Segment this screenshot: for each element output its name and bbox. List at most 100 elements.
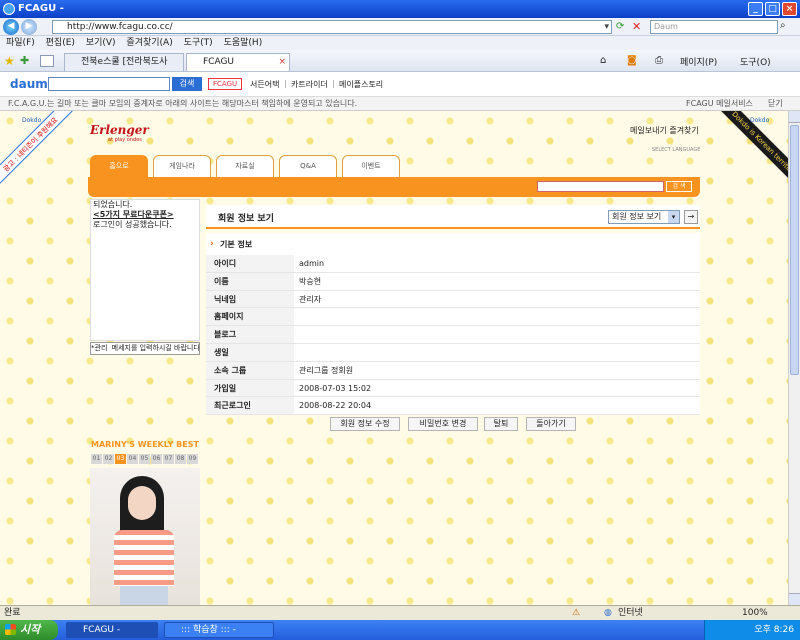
scroll-up-icon[interactable] xyxy=(789,111,800,123)
tools-menu[interactable]: 도구(O) xyxy=(740,55,771,68)
chat-input[interactable]: 메세지를 입력하시길 바랍니다. xyxy=(112,344,199,352)
minimize-button[interactable]: _ xyxy=(748,2,763,16)
site-logo[interactable]: Erlenger xyxy=(90,123,149,137)
menu-view[interactable]: 보기(V) xyxy=(86,38,116,48)
right-ribbon[interactable]: Dokdo is Korean territory Dokdo xyxy=(698,111,788,191)
top-links[interactable]: 메일보내기 즐겨찾기 xyxy=(630,125,699,136)
maximize-button[interactable]: □ xyxy=(765,2,780,16)
table-row: 소속 그룹 관리그룹 정회원 xyxy=(206,361,700,380)
dropdown-arrow-icon[interactable]: ▾ xyxy=(604,21,609,33)
info-close-button[interactable]: 닫기 xyxy=(768,97,783,111)
go-button[interactable]: → xyxy=(684,210,698,224)
taskbar-item-study[interactable]: ::: 학습창 ::: - xyxy=(164,622,274,638)
close-button[interactable]: × xyxy=(782,2,797,16)
taskbar-item-fcagu[interactable]: FCAGU - xyxy=(66,622,158,638)
withdraw-button[interactable]: 탈퇴 xyxy=(484,417,518,431)
menu-favorites[interactable]: 즐겨찾기(A) xyxy=(126,38,172,48)
add-favorite-icon[interactable]: ✚ xyxy=(20,54,29,67)
start-button[interactable]: 시작 xyxy=(0,620,58,640)
menu-help[interactable]: 도움말(H) xyxy=(224,38,263,48)
status-bar: 완료 ⚠ ◍ 인터넷 100% xyxy=(0,605,800,620)
start-label: 시작 xyxy=(20,623,41,636)
tab-jeonbuk[interactable]: 전북e스쿨 [전라북도사이... xyxy=(64,53,184,83)
nav-tab-home[interactable]: 홈으로 xyxy=(90,155,148,177)
favorites-star-icon[interactable]: ★ xyxy=(4,54,15,68)
scroll-thumb[interactable] xyxy=(790,125,799,375)
weekly-num-03[interactable]: 03 xyxy=(115,454,126,464)
chevron-down-icon[interactable]: ▾ xyxy=(668,211,679,223)
ie-logo-icon xyxy=(3,3,15,15)
forward-button[interactable]: ▶ xyxy=(21,19,37,35)
section-title: 기본 정보 xyxy=(220,240,253,249)
left-ribbon[interactable]: 광고 : 네티즌이 후원해요 Dokdo xyxy=(0,111,90,191)
tab-label: FCAGU xyxy=(203,57,235,67)
search-icon[interactable]: ⌕ xyxy=(780,20,786,31)
mail-service-link[interactable]: FCAGU 메일서비스 xyxy=(686,97,753,111)
fcagu-badge[interactable]: FCAGU xyxy=(208,78,243,90)
window-title: FCAGU - xyxy=(18,3,64,14)
daum-search-input[interactable] xyxy=(48,77,170,91)
back-button[interactable]: ◀ xyxy=(3,19,19,35)
tab-fcagu[interactable]: FCAGU × xyxy=(186,53,290,71)
page-menu[interactable]: 페이지(P) xyxy=(680,55,717,68)
home-icon[interactable]: ⌂ xyxy=(600,55,606,66)
nav-tab-events[interactable]: 이벤트 xyxy=(342,155,400,177)
link-kartrider[interactable]: 카트라이더 xyxy=(291,79,328,90)
url-input[interactable]: http://www.fcagu.co.cc/ ▾ xyxy=(52,20,612,34)
quick-tabs-icon[interactable] xyxy=(40,55,54,67)
edit-profile-button[interactable]: 회원 정보 수정 xyxy=(330,417,400,431)
chat-input-row[interactable]: *관리 메세지를 입력하시길 바랍니다. xyxy=(90,342,200,355)
menu-edit[interactable]: 편집(E) xyxy=(46,38,75,48)
chat-line: 로그인이 성공했습니다. xyxy=(93,220,172,229)
site-search-button[interactable]: 검 색 xyxy=(666,181,692,192)
weekly-num-05[interactable]: 05 xyxy=(139,454,150,464)
system-tray: 오후 8:26 xyxy=(704,620,800,640)
weekly-num-02[interactable]: 02 xyxy=(103,454,114,464)
daum-search-button[interactable]: 검색 xyxy=(172,77,202,91)
weekly-photo[interactable] xyxy=(90,468,200,605)
field-value: 2008-08-22 20:04 xyxy=(299,401,372,411)
nav-tab-qna[interactable]: Q&A xyxy=(279,155,337,177)
weekly-num-06[interactable]: 06 xyxy=(151,454,162,464)
page-content: 광고 : 네티즌이 후원해요 Dokdo Dokdo is Korean ter… xyxy=(0,111,788,605)
link-maplestory[interactable]: 메이플스토리 xyxy=(339,79,383,90)
tab-close-icon[interactable]: × xyxy=(278,54,286,70)
weekly-num-04[interactable]: 04 xyxy=(127,454,138,464)
weekly-num-09[interactable]: 09 xyxy=(187,454,198,464)
feeds-icon[interactable]: ◙ xyxy=(627,55,637,66)
print-icon[interactable]: ⎙ xyxy=(655,55,663,66)
nav-tab-files[interactable]: 자료실 xyxy=(216,155,274,177)
weekly-num-07[interactable]: 07 xyxy=(163,454,174,464)
search-input[interactable]: Daum xyxy=(650,20,778,34)
window-titlebar[interactable]: FCAGU - _ □ × xyxy=(0,0,800,18)
nav-bar: 검 색 xyxy=(88,177,700,197)
zone-text: 인터넷 xyxy=(618,608,643,618)
member-select[interactable]: 회원 정보 보기 ▾ xyxy=(608,210,680,224)
select-language[interactable]: SELECT LANGUAGE xyxy=(652,147,700,153)
vertical-scrollbar[interactable] xyxy=(788,111,800,605)
nav-tab-games[interactable]: 게임나라 xyxy=(153,155,211,177)
change-password-button[interactable]: 비밀번호 변경 xyxy=(408,417,478,431)
table-row: 블로그 xyxy=(206,326,700,344)
menu-file[interactable]: 파일(F) xyxy=(6,38,35,48)
clock[interactable]: 오후 8:26 xyxy=(754,625,794,635)
separator: | xyxy=(332,79,335,88)
weekly-num-08[interactable]: 08 xyxy=(175,454,186,464)
weekly-num-01[interactable]: 01 xyxy=(91,454,102,464)
weekly-best-title: MARINY'S WEEKLY BEST xyxy=(91,440,199,449)
field-label: 소속 그룹 xyxy=(206,361,294,379)
daum-logo[interactable]: daum xyxy=(10,77,48,91)
field-label: 닉네임 xyxy=(206,290,294,308)
taskbar: 시작 FCAGU - ::: 학습창 ::: - 오후 8:26 xyxy=(0,620,800,640)
site-logo-sub: at play ondes xyxy=(108,137,142,143)
refresh-icon[interactable]: ⟳ xyxy=(616,21,624,32)
chat-user: *관리 xyxy=(91,344,108,352)
menu-tools[interactable]: 도구(T) xyxy=(184,38,213,48)
scroll-down-icon[interactable] xyxy=(789,593,800,605)
site-search-input[interactable] xyxy=(537,181,664,192)
stop-icon[interactable]: ✕ xyxy=(632,20,641,33)
link-sudden-attack[interactable]: 서든어택 xyxy=(250,79,279,90)
chat-line[interactable]: <5가지 무료다운쿠폰> xyxy=(91,210,199,220)
zoom-level[interactable]: 100% xyxy=(742,606,768,620)
back-page-button[interactable]: 돌아가기 xyxy=(526,417,576,431)
